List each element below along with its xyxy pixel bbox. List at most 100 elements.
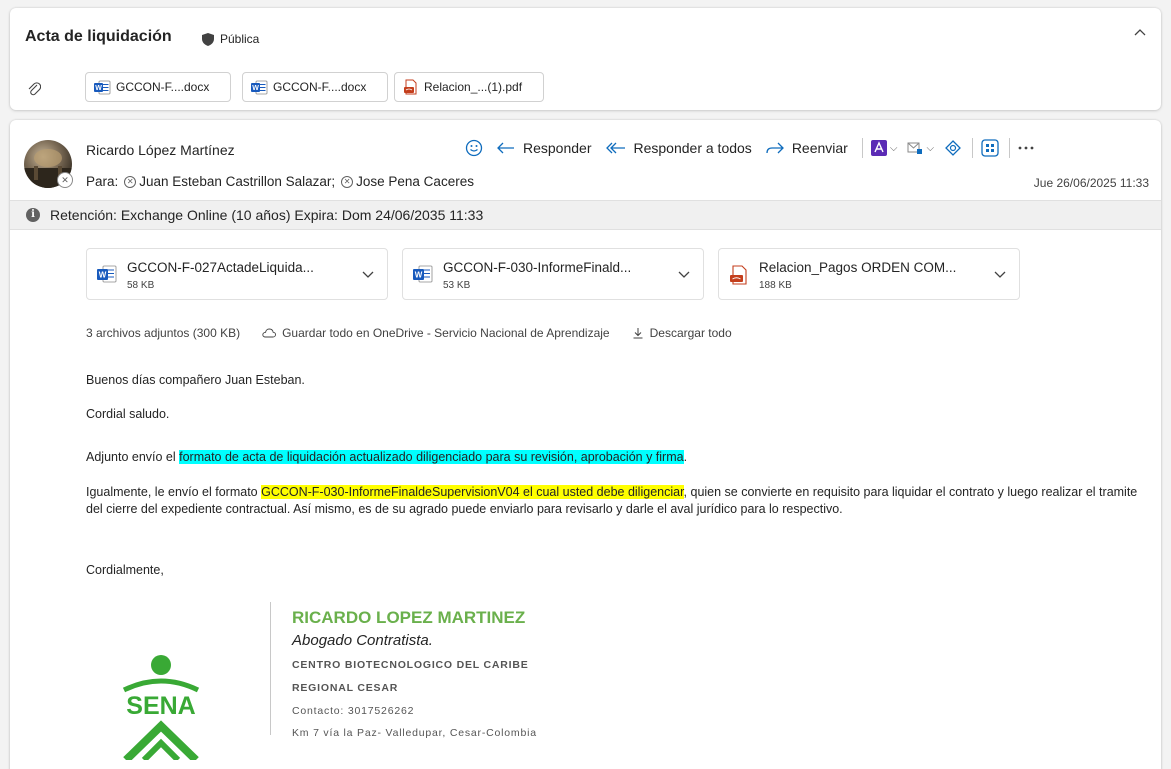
attachment-name: Relacion_Pagos ORDEN COM...: [759, 260, 957, 275]
attachment-card-3[interactable]: Relacion_Pagos ORDEN COM... 188 KB: [718, 248, 1020, 300]
recipient-1[interactable]: ✕ Juan Esteban Castrillon Salazar;: [124, 174, 335, 189]
smiley-icon: [465, 139, 483, 157]
reply-all-button[interactable]: Responder a todos: [605, 140, 752, 156]
more-options-button[interactable]: [1018, 146, 1034, 150]
chevron-up-icon[interactable]: [1133, 26, 1147, 40]
toolbar-divider: [1009, 138, 1011, 158]
chevron-down-icon[interactable]: [361, 267, 375, 281]
cloud-icon: [262, 328, 277, 338]
download-icon: [633, 328, 643, 339]
signature-regional: REGIONAL CESAR: [292, 682, 399, 694]
signature-center: CENTRO BIOTECNOLOGICO DEL CARIBE: [292, 659, 529, 671]
message-actions: Responder Responder a todos Reenviar ⌵ ⌵: [465, 136, 1044, 160]
svg-text:W: W: [252, 85, 259, 92]
sena-logo-text: SENA: [126, 692, 195, 720]
envelope-arrow-icon: [907, 142, 923, 154]
word-icon: W: [94, 80, 111, 94]
apps-button[interactable]: [981, 139, 999, 157]
acrobat-icon: [870, 140, 887, 156]
to-label: Para:: [86, 174, 119, 189]
reply-label: Responder: [523, 140, 592, 156]
attachment-count: 3 archivos adjuntos (300 KB): [86, 326, 241, 340]
signature-contact: Contacto: 3017526262: [292, 705, 415, 717]
apps-icon: [981, 139, 999, 157]
download-all-link[interactable]: Descargar todo: [650, 326, 732, 340]
reply-all-icon: [605, 142, 625, 154]
top-attachment-label: Relacion_...(1).pdf: [424, 80, 523, 94]
acrobat-button[interactable]: ⌵: [870, 140, 898, 156]
attachment-size: 58 KB: [127, 280, 155, 291]
top-attachment-chip-1[interactable]: W GCCON-F....docx: [85, 72, 231, 102]
reply-icon: [497, 142, 514, 154]
p1-highlight: formato de acta de liquidación actualiza…: [179, 450, 684, 464]
reply-button[interactable]: Responder: [497, 140, 592, 156]
body-salutation: Cordial saludo.: [86, 407, 170, 421]
subject-card: Acta de liquidación Pública W GCCON-F...…: [10, 8, 1161, 110]
recipient-name: Jose Pena Caceres: [356, 174, 474, 189]
attachment-card-1[interactable]: W GCCON-F-027ActadeLiquida... 58 KB: [86, 248, 388, 300]
forward-label: Reenviar: [791, 140, 848, 156]
forward-icon: [766, 142, 784, 154]
p2-text: Igualmente, le envío el formato: [86, 485, 262, 499]
save-all-onedrive-link[interactable]: Guardar todo en OneDrive - Servicio Naci…: [282, 326, 610, 340]
presence-badge-icon: ✕: [57, 172, 73, 188]
top-attachment-chip-2[interactable]: W GCCON-F....docx: [242, 72, 388, 102]
body-greeting: Buenos días compañero Juan Esteban.: [86, 373, 305, 387]
sensitivity-text: Pública: [220, 32, 260, 46]
word-icon: W: [251, 80, 268, 94]
svg-text:W: W: [415, 271, 423, 280]
emoji-button[interactable]: [465, 139, 483, 157]
body-paragraph-1: Adjunto envío el formato de acta de liqu…: [86, 449, 1146, 466]
message-date: Jue 26/06/2025 11:33: [1033, 176, 1149, 190]
move-button[interactable]: ⌵: [907, 141, 934, 155]
more-icon: [1018, 146, 1034, 150]
toolbar-divider: [861, 138, 863, 158]
remove-circle-icon: ✕: [341, 176, 354, 189]
body-paragraph-2: Igualmente, le envío el formato GCCON-F-…: [86, 484, 1146, 518]
remove-circle-icon: ✕: [124, 176, 137, 189]
retention-banner: i Retención: Exchange Online (10 años) E…: [10, 200, 1161, 230]
shield-icon: [202, 32, 214, 46]
pdf-icon: [730, 265, 747, 285]
signature-name: RICARDO LOPEZ MARTINEZ: [292, 608, 526, 627]
chevron-down-icon: ⌵: [926, 142, 935, 154]
recipients-line: Para: ✕ Juan Esteban Castrillon Salazar; …: [86, 174, 474, 189]
signature-role: Abogado Contratista.: [292, 632, 433, 649]
recipient-2[interactable]: ✕ Jose Pena Caceres: [341, 174, 474, 189]
loop-button[interactable]: [944, 139, 962, 157]
info-icon: i: [26, 208, 40, 222]
retention-text: Retención: Exchange Online (10 años) Exp…: [50, 207, 484, 223]
loop-icon: [945, 140, 961, 156]
word-icon: W: [413, 265, 433, 283]
top-attachment-label: GCCON-F....docx: [273, 80, 367, 94]
chevron-down-icon[interactable]: [677, 267, 691, 281]
pdf-icon: [404, 79, 417, 95]
top-attachment-chip-3[interactable]: Relacion_...(1).pdf: [394, 72, 544, 102]
forward-button[interactable]: Reenviar: [766, 140, 848, 156]
svg-text:W: W: [95, 85, 102, 92]
toolbar-divider: [972, 138, 974, 158]
p1-end: .: [683, 450, 688, 464]
paperclip-icon: [28, 82, 41, 96]
svg-text:W: W: [99, 271, 107, 280]
sensitivity-label[interactable]: Pública: [202, 32, 259, 46]
attachment-name: GCCON-F-030-InformeFinald...: [443, 260, 632, 275]
message-card: ✕ Ricardo López Martínez Para: ✕ Juan Est…: [10, 120, 1161, 769]
attachment-card-2[interactable]: W GCCON-F-030-InformeFinald... 53 KB: [402, 248, 704, 300]
attachment-summary: 3 archivos adjuntos (300 KB) Guardar tod…: [86, 326, 732, 340]
chevron-down-icon: ⌵: [889, 142, 898, 154]
word-icon: W: [97, 265, 117, 283]
sender-name[interactable]: Ricardo López Martínez: [86, 142, 235, 158]
chevron-down-icon[interactable]: [993, 267, 1007, 281]
p2-highlight: GCCON-F-030-InformeFinaldeSupervisionV04…: [261, 485, 684, 499]
attachment-size: 53 KB: [443, 280, 471, 291]
signature-divider: [270, 602, 271, 735]
attachment-name: GCCON-F-027ActadeLiquida...: [127, 260, 314, 275]
attachment-size: 188 KB: [759, 280, 792, 291]
body-closing: Cordialmente,: [86, 563, 164, 577]
p1-text: Adjunto envío el: [86, 450, 180, 464]
top-attachment-label: GCCON-F....docx: [116, 80, 210, 94]
reply-all-label: Responder a todos: [633, 140, 752, 156]
signature-address: Km 7 vía la Paz- Valledupar, Cesar-Colom…: [292, 727, 537, 739]
recipient-name: Juan Esteban Castrillon Salazar;: [139, 174, 336, 189]
